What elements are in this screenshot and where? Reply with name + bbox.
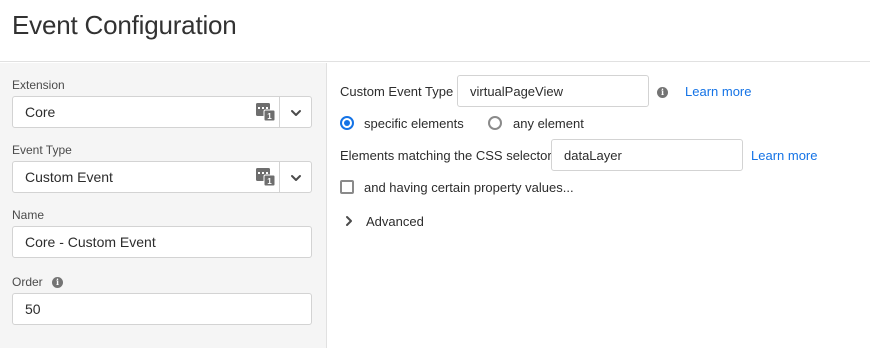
event-type-select[interactable]: Custom Event 1 <box>12 161 312 193</box>
custom-event-type-value: virtualPageView <box>470 84 563 99</box>
order-label: Order i <box>12 275 64 289</box>
property-values-checkbox[interactable] <box>340 180 354 194</box>
svg-text:1: 1 <box>267 112 272 121</box>
radio-specific-elements-label[interactable]: specific elements <box>364 116 464 131</box>
page-header: Event Configuration <box>0 0 870 62</box>
order-input-value: 50 <box>25 301 41 317</box>
property-values-label[interactable]: and having certain property values... <box>364 180 574 195</box>
radio-any-element[interactable] <box>488 116 502 130</box>
name-label: Name <box>12 208 45 222</box>
custom-event-type-label: Custom Event Type <box>340 84 454 99</box>
order-input[interactable]: 50 <box>12 293 312 325</box>
custom-event-type-learn-more-link[interactable]: Learn more <box>685 84 751 99</box>
chevron-right-icon[interactable] <box>343 215 355 227</box>
extension-label: Extension <box>12 78 65 92</box>
order-label-text: Order <box>12 275 43 289</box>
chevron-down-icon[interactable] <box>289 171 303 185</box>
extension-select-value: Core <box>25 104 56 120</box>
css-selector-input[interactable]: dataLayer <box>551 139 743 171</box>
info-icon[interactable]: i <box>657 87 668 98</box>
css-selector-label: Elements matching the CSS selector <box>340 148 552 163</box>
radio-any-element-label[interactable]: any element <box>513 116 584 131</box>
settings-panel: Custom Event Type virtualPageView i Lear… <box>328 63 870 348</box>
select-divider <box>279 161 280 193</box>
extension-catalog-icon: 1 <box>256 168 275 186</box>
sidebar-panel: Extension Core 1 Event Type Custom Event… <box>0 63 327 348</box>
event-type-label: Event Type <box>12 143 72 157</box>
info-icon[interactable]: i <box>52 277 64 288</box>
css-selector-value: dataLayer <box>564 148 622 163</box>
svg-text:1: 1 <box>267 177 272 186</box>
extension-select[interactable]: Core 1 <box>12 96 312 128</box>
advanced-toggle[interactable]: Advanced <box>366 214 424 229</box>
custom-event-type-input[interactable]: virtualPageView <box>457 75 649 107</box>
chevron-down-icon[interactable] <box>289 106 303 120</box>
extension-catalog-icon: 1 <box>256 103 275 121</box>
radio-specific-elements[interactable] <box>340 116 354 130</box>
name-input[interactable]: Core - Custom Event <box>12 226 312 258</box>
name-input-value: Core - Custom Event <box>25 234 156 250</box>
event-type-select-value: Custom Event <box>25 169 113 185</box>
page-title: Event Configuration <box>12 10 237 40</box>
select-divider <box>279 96 280 128</box>
css-selector-learn-more-link[interactable]: Learn more <box>751 148 817 163</box>
